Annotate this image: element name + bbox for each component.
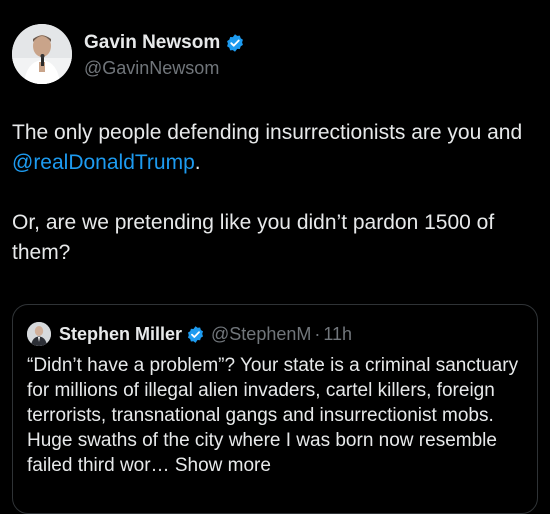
mention-link[interactable]: @realDonaldTrump (12, 151, 195, 174)
quoted-tweet-header: Stephen Miller @StephenM · 11h (27, 321, 523, 347)
tweet-paragraph-2: Or, are we pretending like you didn’t pa… (12, 211, 495, 264)
quoted-author-name[interactable]: Stephen Miller (59, 324, 182, 345)
quoted-timestamp[interactable]: 11h (323, 324, 352, 345)
author-name[interactable]: Gavin Newsom (84, 32, 220, 54)
quoted-verified-badge-icon (186, 325, 205, 344)
tweet-body: The only people defending insurrectionis… (12, 118, 538, 268)
tweet-text-before-mention: The only people defending insurrectionis… (12, 121, 523, 144)
quoted-avatar-photo-icon (27, 322, 51, 346)
quoted-tweet-text: “Didn’t have a problem”? Your state is a… (27, 353, 527, 478)
tweet-paragraph-1: The only people defending insurrectionis… (12, 118, 538, 178)
author-block: Gavin Newsom @GavinNewsom (84, 30, 245, 79)
quoted-author-handle[interactable]: @StephenM (211, 324, 311, 345)
tweet: Gavin Newsom @GavinNewsom The only peopl… (0, 0, 550, 514)
quoted-author-avatar[interactable] (27, 322, 51, 346)
quoted-tweet-body: “Didn’t have a problem”? Your state is a… (27, 355, 519, 476)
author-handle[interactable]: @GavinNewsom (84, 58, 245, 79)
quoted-tweet-card[interactable]: Stephen Miller @StephenM · 11h “Didn’t h… (12, 304, 538, 514)
avatar-photo-icon (12, 24, 72, 84)
author-avatar[interactable] (12, 24, 72, 84)
show-more-link[interactable]: Show more (175, 455, 271, 476)
verified-badge-icon (225, 33, 245, 53)
tweet-text-after-mention: . (194, 151, 201, 174)
quoted-separator: · (314, 323, 321, 344)
